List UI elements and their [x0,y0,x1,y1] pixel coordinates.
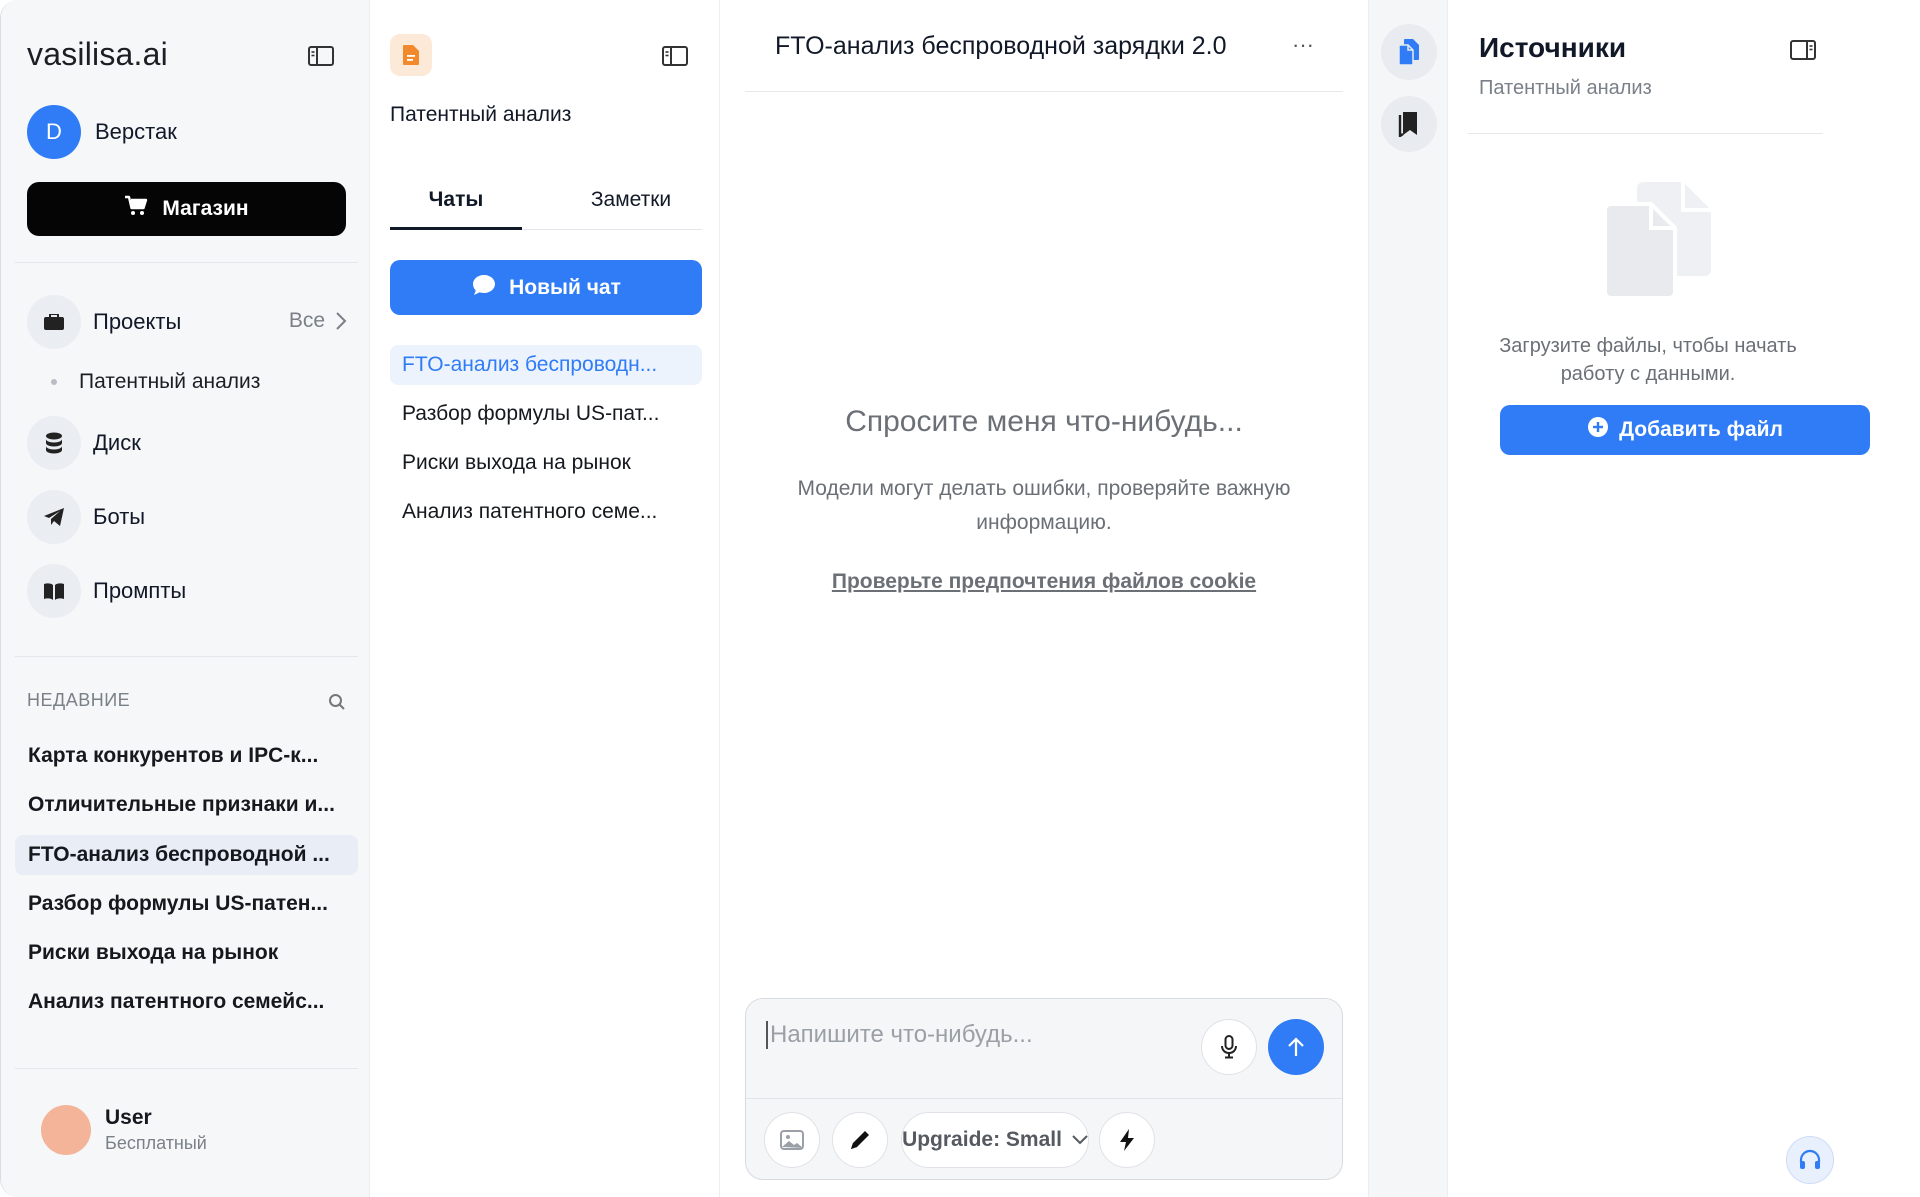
sidebar-project-patent[interactable]: Патентный анализ [51,370,260,394]
empty-state-subtitle: Модели могут делать ошибки, проверяйте в… [797,477,1291,534]
cookie-preferences-link[interactable]: Проверьте предпочтения файлов cookie [720,570,1368,594]
user-name: User [105,1106,152,1129]
sidebar-divider [15,1068,358,1069]
chevron-down-icon [1072,1135,1088,1145]
sidebar-item-bots[interactable]: Боты [27,490,347,544]
model-select[interactable]: Upgraide: Small [901,1112,1089,1168]
sidebar-toggle-icon[interactable] [1788,38,1818,62]
add-file-label: Добавить файл [1619,418,1783,441]
chat-header: FTO-анализ беспроводной зарядки 2.0 ··· [745,0,1343,92]
right-rail [1368,0,1448,1197]
bookmark-icon[interactable] [1381,96,1437,152]
recent-chat-item[interactable]: Карта конкурентов и IPC-к... [15,736,358,776]
tab-chats[interactable]: Чаты [390,180,522,230]
chat-bubble-icon [471,273,497,303]
chat-area: FTO-анализ беспроводной зарядки 2.0 ··· … [720,0,1368,1197]
chat-list-item[interactable]: Анализ патентного семе... [390,492,702,532]
book-icon [27,564,81,618]
chevron-right-icon [336,312,347,330]
workspace-avatar: D [27,105,81,159]
project-panel: Патентный анализ Чаты Заметки Новый чат … [370,0,720,1197]
sources-subtitle: Патентный анализ [1479,77,1652,99]
briefcase-icon [27,295,81,349]
sidebar-toggle-icon[interactable] [306,44,336,68]
recent-chat-item[interactable]: Риски выхода на рынок [15,933,358,973]
brand-logo: vasilisa.ai [27,36,168,72]
sources-empty-text: Загрузите файлы, чтобы начать работу с д… [1499,335,1797,385]
recent-heading: НЕДАВНИЕ [27,690,131,710]
sidebar-item-label: Промпты [93,578,187,603]
bolt-icon [1120,1129,1134,1151]
message-composer: Напишите что-нибудь... Upgraide: Small [745,998,1343,1180]
chat-list-item-active[interactable]: FTO-анализ беспроводн... [390,345,702,385]
chat-list-item[interactable]: Разбор формулы US-пат... [390,394,702,434]
new-chat-label: Новый чат [509,275,621,299]
chat-title: FTO-анализ беспроводной зарядки 2.0 [775,32,1227,60]
headset-icon [1799,1149,1821,1169]
sources-title: Источники [1479,32,1627,63]
workspace-name: Верстак [95,119,177,144]
sidebar-divider [15,656,358,657]
document-icon [390,34,432,76]
shop-label: Магазин [162,197,249,220]
sidebar-divider [15,262,358,263]
mic-icon [1221,1035,1237,1059]
bullet-dot [51,379,57,385]
sidebar-project-label: Патентный анализ [79,370,261,393]
message-placeholder: Напишите что-нибудь... [766,1021,1033,1049]
recent-chat-item[interactable]: Разбор формулы US-патен... [15,884,358,924]
workspace-switcher[interactable]: D Верстак [27,105,177,159]
mic-button[interactable] [1201,1019,1257,1075]
documents-icon[interactable] [1381,24,1437,80]
sidebar-item-prompts[interactable]: Промпты [27,564,347,618]
search-icon[interactable] [325,690,349,714]
project-tabs: Чаты Заметки [390,180,702,230]
sidebar-toggle-icon[interactable] [660,44,690,68]
image-icon [780,1130,804,1150]
sidebar-item-label: Проекты [93,309,182,334]
telegram-icon [27,490,81,544]
arrow-up-icon [1288,1037,1304,1056]
sidebar-item-disk[interactable]: Диск [27,416,347,470]
sources-divider [1468,133,1823,134]
user-profile[interactable]: User Бесплатный [41,1105,207,1155]
pen-icon [851,1131,869,1149]
recent-chat-item[interactable]: Отличительные признаки и... [15,785,358,825]
attach-image-button[interactable] [764,1112,820,1168]
sidebar-item-projects[interactable]: Проекты Все [27,295,347,349]
sidebar-item-label: Боты [93,504,146,529]
cart-icon [124,195,148,223]
empty-documents-icon [1603,180,1713,300]
sidebar-item-label: Диск [93,430,141,455]
database-icon [27,416,81,470]
sources-panel: Источники Патентный анализ Загрузите фай… [1448,0,1920,1197]
new-chat-button[interactable]: Новый чат [390,260,702,315]
shop-button[interactable]: Магазин [27,182,346,236]
projects-all-label: Все [288,309,325,332]
model-select-label: Upgraide: Small [902,1128,1062,1151]
recent-chat-item-active[interactable]: FTO-анализ беспроводной ... [15,835,358,875]
project-title: Патентный анализ [390,103,572,126]
user-plan: Бесплатный [105,1133,207,1153]
recent-chat-item[interactable]: Анализ патентного семейс... [15,982,358,1022]
more-options-icon[interactable]: ··· [1285,30,1321,60]
chat-list-item[interactable]: Риски выхода на рынок [390,443,702,483]
projects-all-link[interactable]: Все [289,309,347,333]
send-button[interactable] [1268,1019,1324,1075]
quick-mode-button[interactable] [1099,1112,1155,1168]
sidebar: vasilisa.ai D Верстак Магазин Проекты Вс… [1,0,370,1197]
plus-circle-icon [1587,416,1609,444]
draw-button[interactable] [832,1112,888,1168]
app-window: vasilisa.ai D Верстак Магазин Проекты Вс… [0,0,1920,1197]
support-button[interactable] [1786,1136,1834,1184]
avatar [41,1105,91,1155]
add-file-button[interactable]: Добавить файл [1500,405,1870,455]
message-input[interactable]: Напишите что-нибудь... [746,999,1342,1099]
empty-state-title: Спросите меня что-нибудь... [845,405,1243,438]
tab-notes[interactable]: Заметки [560,180,702,230]
